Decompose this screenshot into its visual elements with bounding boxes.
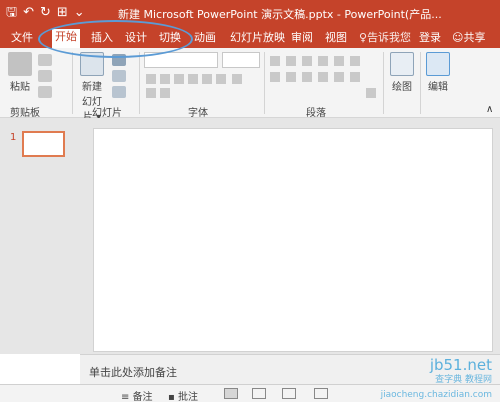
align-text-icon[interactable]: [350, 72, 360, 82]
increase-indent-icon[interactable]: [318, 56, 328, 66]
redo-icon[interactable]: ↻: [40, 4, 51, 22]
bold-icon[interactable]: [146, 74, 156, 84]
tell-me-search[interactable]: ♀告诉我您: [356, 30, 414, 45]
comment-icon: ▪: [168, 392, 178, 402]
find-icon: [426, 52, 450, 76]
sign-in-link[interactable]: 登录: [416, 30, 444, 45]
paste-icon: [8, 52, 32, 76]
slide-canvas[interactable]: [93, 128, 493, 352]
text-direction-icon[interactable]: [350, 56, 360, 66]
share-button[interactable]: ☺共享: [449, 30, 488, 45]
drawing-button[interactable]: 绘图: [388, 52, 416, 93]
decrease-indent-icon[interactable]: [302, 56, 312, 66]
highlight-ellipse: [38, 20, 193, 58]
customize-qat-icon[interactable]: ⌄: [74, 4, 85, 22]
section-icon[interactable]: [112, 86, 126, 98]
paste-button[interactable]: 粘贴: [6, 52, 34, 93]
columns-icon[interactable]: [334, 72, 344, 82]
save-icon[interactable]: 🖫: [6, 4, 17, 22]
group-label-slides: 幻灯片: [92, 108, 122, 119]
lightbulb-icon: ♀: [359, 31, 368, 44]
align-left-icon[interactable]: [270, 72, 280, 82]
notes-toggle[interactable]: ≡ 备注: [121, 388, 153, 402]
shapes-icon: [390, 52, 414, 76]
divider: [72, 52, 73, 114]
slide-edit-area: [80, 118, 500, 354]
underline-icon[interactable]: [174, 74, 184, 84]
divider: [139, 52, 140, 114]
collapse-ribbon-icon[interactable]: ∧: [486, 104, 493, 115]
normal-view-icon[interactable]: [224, 388, 238, 399]
line-spacing-icon[interactable]: [334, 56, 344, 66]
tab-review[interactable]: 审阅: [288, 30, 316, 45]
watermark: jb51.net 查字典 教程网 jiaocheng.chazidian.com: [380, 356, 492, 401]
group-label-clipboard: 剪贴板: [10, 108, 40, 119]
slide-thumbnail[interactable]: [22, 131, 65, 157]
reset-icon[interactable]: [112, 70, 126, 82]
tab-view[interactable]: 视图: [322, 30, 350, 45]
font-size-select[interactable]: [222, 52, 260, 68]
align-right-icon[interactable]: [302, 72, 312, 82]
group-label-paragraph: 段落: [306, 108, 326, 119]
justify-icon[interactable]: [318, 72, 328, 82]
copy-icon[interactable]: [38, 70, 52, 82]
tab-file[interactable]: 文件: [8, 30, 36, 45]
notes-placeholder: 单击此处添加备注: [89, 366, 177, 379]
reading-view-icon[interactable]: [282, 388, 296, 399]
tab-slideshow[interactable]: 幻灯片放映: [227, 30, 288, 45]
change-case-icon[interactable]: [232, 74, 242, 84]
slide-sorter-icon[interactable]: [252, 388, 266, 399]
slideshow-view-icon[interactable]: [314, 388, 328, 399]
italic-icon[interactable]: [160, 74, 170, 84]
window-title: 新建 Microsoft PowerPoint 演示文稿.pptx - Powe…: [118, 8, 442, 21]
quick-access-toolbar: 🖫 ↶ ↻ ⊞ ⌄: [6, 4, 85, 22]
cut-icon[interactable]: [38, 54, 52, 66]
numbering-icon[interactable]: [286, 56, 296, 66]
divider: [264, 52, 265, 114]
strikethrough-icon[interactable]: [202, 74, 212, 84]
bullets-icon[interactable]: [270, 56, 280, 66]
ribbon-home: 粘贴 剪贴板 新建 幻灯片 ▾ 幻灯片 字体 段落 绘图: [0, 48, 500, 123]
undo-icon[interactable]: ↶: [23, 4, 34, 22]
char-spacing-icon[interactable]: [216, 74, 226, 84]
align-center-icon[interactable]: [286, 72, 296, 82]
font-color-icon[interactable]: [160, 88, 170, 98]
slide-thumbnail-pane: 1: [0, 118, 80, 354]
group-label-font: 字体: [188, 108, 208, 119]
notes-icon: ≡: [121, 392, 133, 402]
format-painter-icon[interactable]: [38, 86, 52, 98]
text-highlight-icon[interactable]: [146, 88, 156, 98]
shadow-icon[interactable]: [188, 74, 198, 84]
divider: [383, 52, 384, 114]
editing-button[interactable]: 编辑: [424, 52, 452, 93]
person-icon: ☺: [452, 31, 464, 44]
comments-toggle[interactable]: ▪ 批注: [168, 388, 198, 402]
tab-animations[interactable]: 动画: [191, 30, 219, 45]
divider: [420, 52, 421, 114]
smartart-icon[interactable]: [366, 88, 376, 98]
start-from-beginning-icon[interactable]: ⊞: [57, 4, 68, 22]
slide-number: 1: [10, 132, 17, 143]
